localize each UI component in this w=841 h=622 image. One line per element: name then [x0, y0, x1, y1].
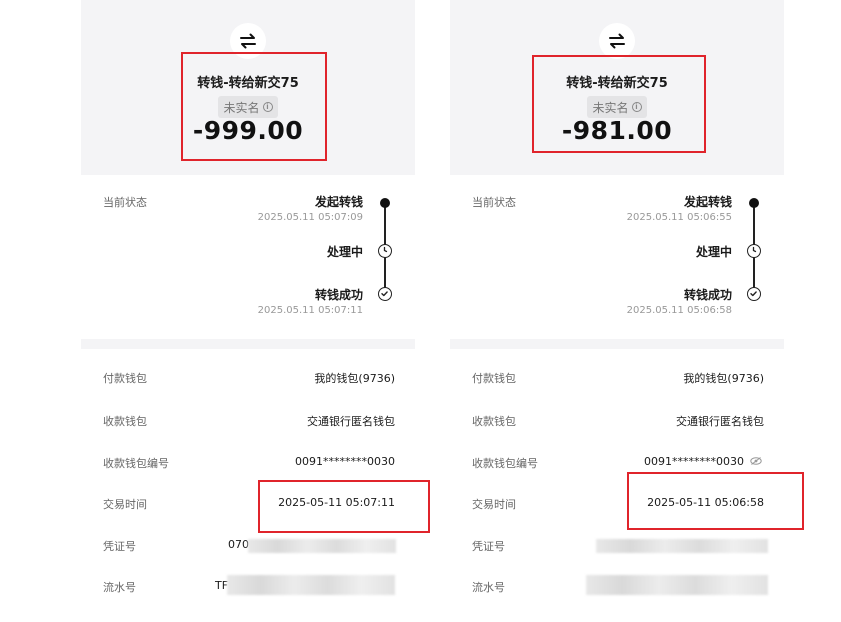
section-divider	[81, 339, 415, 349]
transfer-detail-panel-left: 转钱-转给新交75 未实名 i -999.00 当前状态 发起转钱 2025.0…	[81, 0, 430, 622]
highlight-box-amount	[181, 52, 327, 161]
serial-number-label: 流水号	[103, 581, 136, 594]
swap-arrows-icon	[599, 23, 635, 59]
start-dot-icon	[380, 198, 390, 208]
highlight-box-time	[627, 472, 804, 530]
transaction-time-label: 交易时间	[103, 498, 147, 511]
status-label: 当前状态	[103, 196, 147, 209]
payee-wallet-label: 收款钱包	[472, 415, 516, 428]
step-success-time: 2025.05.11 05:07:11	[257, 305, 363, 316]
payee-wallet-value: 交通银行匿名钱包	[676, 415, 764, 428]
check-circle-icon	[378, 287, 392, 301]
voucher-number-label: 凭证号	[472, 540, 505, 553]
section-divider	[450, 339, 784, 349]
step-initiated-time: 2025.05.11 05:07:09	[257, 212, 363, 223]
step-processing-title: 处理中	[326, 245, 363, 259]
highlight-box-amount	[532, 55, 706, 153]
transfer-detail-panel-right: 转钱-转给新交75 未实名 i -981.00 当前状态 发起转钱 2025.0…	[450, 0, 804, 622]
payee-wallet-number-label: 收款钱包编号	[103, 457, 169, 470]
payee-wallet-number-value: 0091********0030	[644, 455, 744, 468]
step-initiated-title: 发起转钱	[314, 195, 363, 209]
payer-wallet-value: 我的钱包(9736)	[683, 372, 764, 385]
voucher-number-label: 凭证号	[103, 540, 136, 553]
step-processing-title: 处理中	[695, 245, 732, 259]
payee-wallet-number-label: 收款钱包编号	[472, 457, 538, 470]
payer-wallet-label: 付款钱包	[103, 372, 147, 385]
status-label: 当前状态	[472, 196, 516, 209]
serial-number-redacted	[227, 575, 395, 595]
payer-wallet-label: 付款钱包	[472, 372, 516, 385]
step-success-title: 转钱成功	[683, 288, 732, 302]
payee-wallet-value: 交通银行匿名钱包	[307, 415, 395, 428]
voucher-number-prefix: 070	[228, 538, 249, 551]
serial-number-redacted	[586, 575, 768, 595]
clock-icon	[378, 244, 392, 258]
start-dot-icon	[749, 198, 759, 208]
transaction-time-label: 交易时间	[472, 498, 516, 511]
step-initiated-title: 发起转钱	[683, 195, 732, 209]
payer-wallet-value: 我的钱包(9736)	[314, 372, 395, 385]
eye-hidden-icon[interactable]	[750, 457, 762, 465]
check-circle-icon	[747, 287, 761, 301]
highlight-box-time	[258, 480, 430, 533]
clock-icon	[747, 244, 761, 258]
step-success-time: 2025.05.11 05:06:58	[626, 305, 732, 316]
voucher-number-redacted	[248, 539, 396, 553]
serial-number-label: 流水号	[472, 581, 505, 594]
payee-wallet-number-value: 0091********0030	[295, 455, 395, 468]
step-initiated-time: 2025.05.11 05:06:55	[626, 212, 732, 223]
voucher-number-redacted	[596, 539, 768, 553]
step-success-title: 转钱成功	[314, 288, 363, 302]
payee-wallet-label: 收款钱包	[103, 415, 147, 428]
